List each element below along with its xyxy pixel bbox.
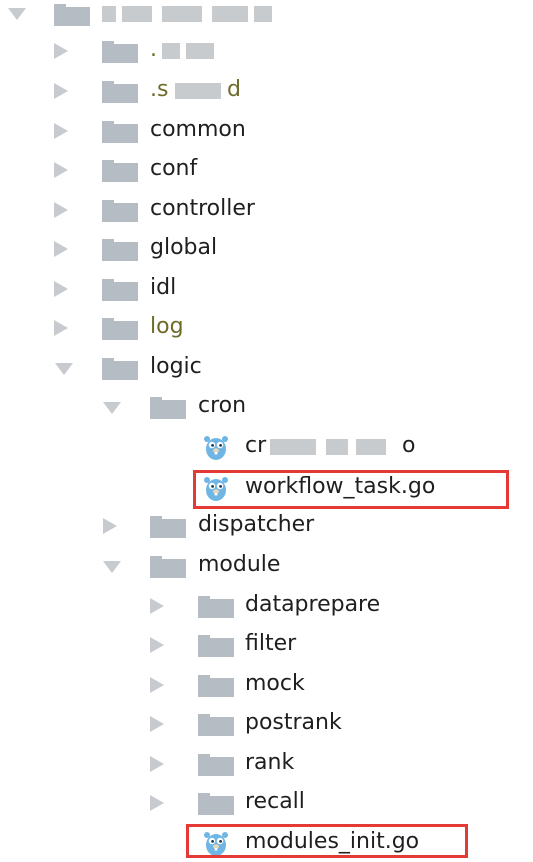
chevron-down-icon[interactable] [103, 402, 121, 414]
tree-item-label: cron [198, 393, 247, 418]
highlight-box-modules-init [186, 824, 468, 858]
tree-row-cron[interactable]: cron [0, 387, 533, 426]
chevron-right-icon[interactable] [150, 756, 164, 772]
tree-row-idea[interactable]: . [0, 31, 533, 70]
folder-icon [150, 516, 186, 538]
tree-row-controller[interactable]: controller [0, 190, 533, 229]
chevron-down-icon[interactable] [55, 363, 73, 375]
tree-item-label: log [150, 314, 184, 339]
tree-item-label: . [150, 37, 157, 62]
chevron-right-icon[interactable] [54, 241, 68, 257]
folder-icon [54, 4, 90, 26]
folder-icon [102, 41, 138, 63]
chevron-right-icon[interactable] [54, 83, 68, 99]
folder-icon [102, 279, 138, 301]
chevron-right-icon[interactable] [103, 518, 117, 534]
tree-item-label: d [227, 77, 241, 102]
folder-icon [198, 793, 234, 815]
tree-row-postrank[interactable]: postrank [0, 704, 533, 743]
tree-item-label: conf [150, 156, 198, 181]
chevron-right-icon[interactable] [54, 320, 68, 336]
tree-item-label: logic [150, 354, 202, 379]
tree-item-label: idl [150, 275, 177, 300]
chevron-right-icon[interactable] [150, 716, 164, 732]
tree-row-dataprepare[interactable]: dataprepare [0, 586, 533, 625]
tree-row-conf[interactable]: conf [0, 150, 533, 189]
tree-item-label: common [150, 117, 246, 142]
tree-row-cron-file[interactable]: cr o [0, 427, 533, 466]
folder-icon [198, 675, 234, 697]
tree-item-label: filter [245, 631, 297, 656]
tree-item-label: module [198, 552, 281, 577]
tree-row-hidden-folder[interactable]: .s d [0, 71, 533, 110]
obscured-label [162, 43, 216, 59]
obscured-root-label [102, 6, 272, 22]
folder-icon [102, 318, 138, 340]
folder-icon [102, 358, 138, 380]
folder-icon [102, 239, 138, 261]
highlight-box-workflow-task [193, 470, 509, 509]
tree-row-log[interactable]: log [0, 308, 533, 347]
chevron-right-icon[interactable] [54, 162, 68, 178]
tree-row-filter[interactable]: filter [0, 625, 533, 664]
tree-row-mock[interactable]: mock [0, 665, 533, 704]
folder-icon [198, 596, 234, 618]
folder-icon [102, 160, 138, 182]
chevron-right-icon[interactable] [54, 281, 68, 297]
folder-icon [198, 714, 234, 736]
tree-row-dispatcher[interactable]: dispatcher [0, 506, 533, 545]
chevron-right-icon[interactable] [54, 123, 68, 139]
tree-row-module[interactable]: module [0, 546, 533, 585]
obscured-label [175, 83, 225, 99]
chevron-right-icon[interactable] [150, 598, 164, 614]
tree-item-label: dataprepare [245, 592, 381, 617]
tree-row-global[interactable]: global [0, 229, 533, 268]
tree-item-label: .s [150, 77, 169, 102]
tree-item-label: postrank [245, 710, 342, 735]
chevron-right-icon[interactable] [150, 637, 164, 653]
tree-row-common[interactable]: common [0, 111, 533, 150]
chevron-right-icon[interactable] [150, 677, 164, 693]
obscured-label [270, 439, 402, 455]
tree-row-rank[interactable]: rank [0, 744, 533, 783]
folder-icon [198, 754, 234, 776]
tree-row-idl[interactable]: idl [0, 269, 533, 308]
folder-icon [102, 81, 138, 103]
tree-item-label: dispatcher [198, 512, 315, 537]
folder-icon [102, 121, 138, 143]
tree-item-label: global [150, 235, 218, 260]
chevron-down-icon[interactable] [103, 561, 121, 573]
project-file-tree: . .s d common conf controller global idl [0, 0, 533, 858]
tree-item-label: controller [150, 196, 255, 221]
tree-item-label: mock [245, 671, 305, 696]
folder-icon [198, 635, 234, 657]
tree-item-label: cr [245, 433, 267, 458]
tree-row-recall[interactable]: recall [0, 783, 533, 822]
folder-icon [150, 556, 186, 578]
folder-icon [102, 200, 138, 222]
go-gopher-icon [203, 433, 229, 461]
chevron-right-icon[interactable] [54, 43, 68, 59]
tree-item-label: o [402, 433, 416, 458]
tree-item-label: rank [245, 750, 295, 775]
chevron-right-icon[interactable] [54, 202, 68, 218]
chevron-right-icon[interactable] [150, 795, 164, 811]
chevron-down-icon[interactable] [8, 8, 26, 20]
tree-row-logic[interactable]: logic [0, 348, 533, 387]
folder-icon [150, 397, 186, 419]
tree-item-label: recall [245, 789, 305, 814]
